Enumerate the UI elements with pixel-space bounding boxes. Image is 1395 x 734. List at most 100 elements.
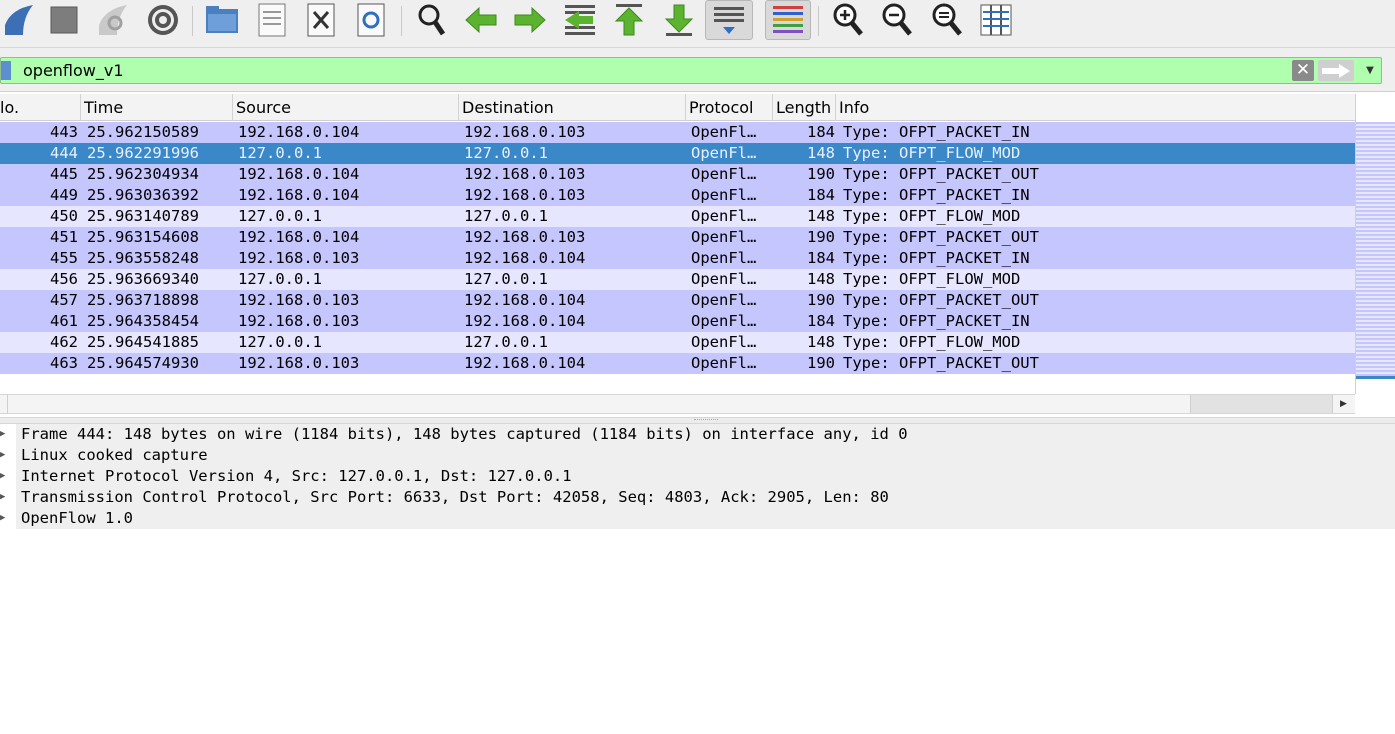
expand-arrow-icon[interactable]: ▶ <box>0 487 10 508</box>
clear-filter-button[interactable]: ✕ <box>1292 60 1314 81</box>
go-back-arrow-icon[interactable] <box>462 0 500 40</box>
display-filter-bar: ✕ ▼ <box>0 48 1395 92</box>
pane-splitter[interactable] <box>0 417 1395 424</box>
column-header-no[interactable]: lo. <box>0 94 81 121</box>
cell-info: Type: OFPT_PACKET_IN <box>843 123 1030 141</box>
minimap-selection-marker <box>1356 376 1395 379</box>
table-row[interactable]: 450 25.963140789 127.0.0.1 127.0.0.1 Ope… <box>0 206 1355 227</box>
cell-destination: 192.168.0.104 <box>464 291 586 309</box>
go-forward-arrow-icon[interactable] <box>511 0 549 40</box>
zoom-in-icon[interactable] <box>829 0 867 40</box>
first-packet-icon[interactable] <box>610 0 648 40</box>
cell-source: 127.0.0.1 <box>238 207 322 225</box>
tree-item[interactable]: ▶ Internet Protocol Version 4, Src: 127.… <box>0 466 1395 487</box>
column-header-time[interactable]: Time <box>81 94 233 121</box>
cell-no: 463 <box>50 354 78 372</box>
toolbar-separator <box>192 6 193 36</box>
scrollbar-thumb[interactable] <box>1190 395 1332 413</box>
filter-dropdown-button[interactable]: ▼ <box>1361 60 1379 81</box>
open-file-folder-icon[interactable] <box>203 0 241 40</box>
table-row[interactable]: 444 25.962291996 127.0.0.1 127.0.0.1 Ope… <box>0 143 1355 164</box>
splitter-grip <box>694 419 718 422</box>
table-row[interactable]: 463 25.964574930 192.168.0.103 192.168.0… <box>0 353 1355 374</box>
binary-file-icon[interactable] <box>253 0 291 40</box>
packet-list-pane: lo. Time Source Destination Protocol Len… <box>0 94 1395 417</box>
reload-file-icon[interactable] <box>352 0 390 40</box>
cell-no: 461 <box>50 312 78 330</box>
scroll-right-button[interactable]: ▶ <box>1332 395 1354 413</box>
cell-protocol: OpenFl… <box>691 165 757 183</box>
horizontal-scrollbar[interactable]: ▶ <box>0 394 1355 414</box>
cell-source: 192.168.0.104 <box>238 186 360 204</box>
cell-destination: 127.0.0.1 <box>464 333 548 351</box>
cell-protocol: OpenFl… <box>691 186 757 204</box>
capture-options-gear-icon[interactable] <box>144 0 182 40</box>
cell-protocol: OpenFl… <box>691 291 757 309</box>
go-to-packet-icon[interactable] <box>561 0 599 40</box>
column-header-destination[interactable]: Destination <box>459 94 686 121</box>
tree-item[interactable]: ▶ Transmission Control Protocol, Src Por… <box>0 487 1395 508</box>
expand-arrow-icon[interactable]: ▶ <box>0 424 10 445</box>
table-row[interactable]: 445 25.962304934 192.168.0.104 192.168.0… <box>0 164 1355 185</box>
cell-source: 192.168.0.103 <box>238 291 360 309</box>
start-capture-icon[interactable] <box>0 0 38 40</box>
normal-size-icon[interactable] <box>928 0 966 40</box>
expand-arrow-icon[interactable]: ▶ <box>0 466 10 487</box>
close-file-icon[interactable] <box>302 0 340 40</box>
find-packet-magnifier-icon[interactable] <box>412 0 450 40</box>
table-row[interactable]: 462 25.964541885 127.0.0.1 127.0.0.1 Ope… <box>0 332 1355 353</box>
cell-time: 25.963718898 <box>87 291 199 309</box>
last-packet-icon[interactable] <box>660 0 698 40</box>
display-filter-input[interactable] <box>23 60 1223 81</box>
cell-destination: 192.168.0.103 <box>464 228 586 246</box>
table-row[interactable]: 443 25.962150589 192.168.0.104 192.168.0… <box>0 122 1355 143</box>
column-header-protocol[interactable]: Protocol <box>686 94 773 121</box>
table-row[interactable]: 457 25.963718898 192.168.0.103 192.168.0… <box>0 290 1355 311</box>
table-row[interactable]: 451 25.963154608 192.168.0.104 192.168.0… <box>0 227 1355 248</box>
tree-item[interactable]: ▶ Linux cooked capture <box>0 445 1395 466</box>
cell-destination: 192.168.0.104 <box>464 354 586 372</box>
cell-source: 192.168.0.103 <box>238 249 360 267</box>
column-header-length[interactable]: Length <box>773 94 836 121</box>
cell-destination: 192.168.0.103 <box>464 186 586 204</box>
table-row[interactable]: 449 25.963036392 192.168.0.104 192.168.0… <box>0 185 1355 206</box>
resize-columns-icon[interactable] <box>977 0 1015 40</box>
cell-no: 462 <box>50 333 78 351</box>
tree-item-label: Frame 444: 148 bytes on wire (1184 bits)… <box>21 425 908 443</box>
restart-capture-icon[interactable] <box>94 0 132 40</box>
cell-time: 25.962150589 <box>87 123 199 141</box>
cell-no: 443 <box>50 123 78 141</box>
cell-source: 127.0.0.1 <box>238 333 322 351</box>
cell-destination: 192.168.0.104 <box>464 312 586 330</box>
stop-capture-icon[interactable] <box>45 0 83 40</box>
cell-time: 25.963036392 <box>87 186 199 204</box>
filter-bookmark-icon[interactable] <box>1 61 11 80</box>
cell-source: 192.168.0.103 <box>238 312 360 330</box>
tree-item[interactable]: ▶ OpenFlow 1.0 <box>0 508 1395 529</box>
colorize-packet-list-icon[interactable] <box>765 0 811 40</box>
table-row[interactable]: 461 25.964358454 192.168.0.103 192.168.0… <box>0 311 1355 332</box>
scroll-left-button[interactable] <box>0 395 8 413</box>
tree-item[interactable]: ▶ Frame 444: 148 bytes on wire (1184 bit… <box>0 424 1395 445</box>
table-row[interactable]: 456 25.963669340 127.0.0.1 127.0.0.1 Ope… <box>0 269 1355 290</box>
cell-no: 450 <box>50 207 78 225</box>
cell-length: 184 <box>807 123 835 141</box>
apply-filter-button[interactable] <box>1318 60 1354 81</box>
tree-item-label: Linux cooked capture <box>21 446 208 464</box>
expand-arrow-icon[interactable]: ▶ <box>0 445 10 466</box>
cell-protocol: OpenFl… <box>691 312 757 330</box>
cell-time: 25.963154608 <box>87 228 199 246</box>
cell-info: Type: OFPT_FLOW_MOD <box>843 270 1021 288</box>
toolbar-separator <box>401 6 402 36</box>
column-header-info[interactable]: Info <box>836 94 1355 121</box>
table-row[interactable]: 455 25.963558248 192.168.0.103 192.168.0… <box>0 248 1355 269</box>
column-header-source[interactable]: Source <box>233 94 459 121</box>
cell-length: 148 <box>807 333 835 351</box>
packet-minimap-scrollbar[interactable] <box>1355 94 1395 394</box>
cell-time: 25.962304934 <box>87 165 199 183</box>
cell-source: 192.168.0.104 <box>238 228 360 246</box>
cell-time: 25.963669340 <box>87 270 199 288</box>
expand-arrow-icon[interactable]: ▶ <box>0 508 10 529</box>
auto-scroll-icon[interactable] <box>705 0 753 40</box>
zoom-out-icon[interactable] <box>878 0 916 40</box>
